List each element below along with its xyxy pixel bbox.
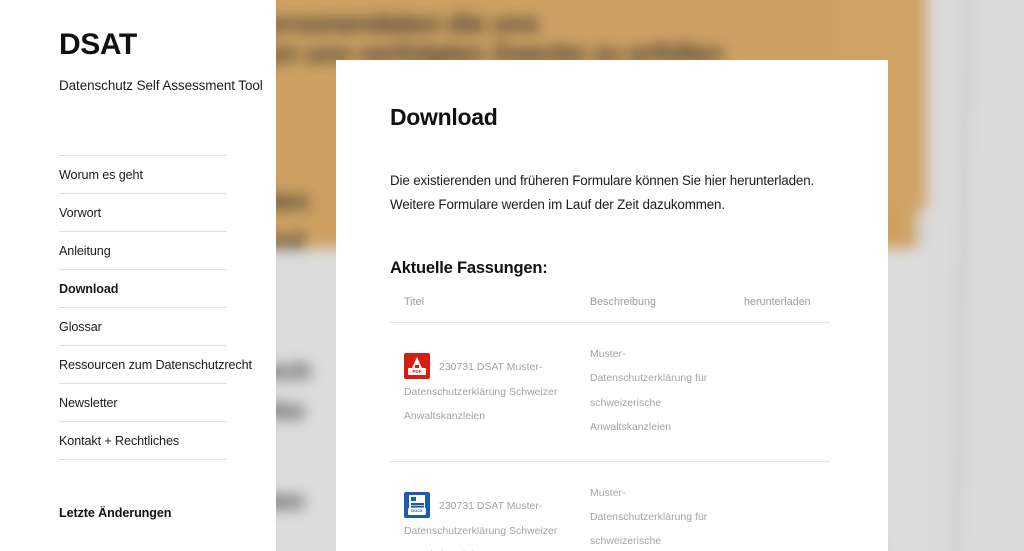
- sidebar-footer-heading: Letzte Änderungen: [59, 506, 172, 520]
- file-title-cell[interactable]: 230731 DSAT Muster-Datenschutzerklärung …: [390, 461, 576, 551]
- section-heading-aktuelle-fassungen: Aktuelle Fassungen:: [390, 258, 548, 277]
- sidebar-item-worum-es-geht[interactable]: Worum es geht: [59, 155, 227, 193]
- sidebar-item-download[interactable]: Download: [59, 269, 227, 307]
- backdrop-right-pane: [926, 0, 1024, 551]
- site-tagline: Datenschutz Self Assessment Tool: [59, 78, 263, 93]
- table-row: 230731 DSAT Muster-Datenschutzerklärung …: [390, 461, 830, 551]
- sidebar-item-glossar[interactable]: Glossar: [59, 307, 227, 345]
- download-card-body: Download Die existierenden und früheren …: [336, 60, 888, 551]
- sidebar-item-vorwort[interactable]: Vorwort: [59, 193, 227, 231]
- download-overlay-card: Download Die existierenden und früheren …: [336, 60, 888, 551]
- column-header-titel: Titel: [390, 295, 576, 323]
- file-download-cell[interactable]: [730, 461, 830, 551]
- sidebar: DSAT Datenschutz Self Assessment Tool Wo…: [0, 0, 276, 551]
- sidebar-item-ressourcen[interactable]: Ressourcen zum Datenschutzrecht: [59, 345, 252, 383]
- table-row: 230731 DSAT Muster-Datenschutzerklärung …: [390, 322, 830, 462]
- site-logo-title[interactable]: DSAT: [59, 28, 137, 61]
- file-description-cell: Muster-Datenschutzerklärung für schweize…: [576, 322, 730, 462]
- pdf-file-icon[interactable]: [404, 353, 430, 380]
- table-header-row: Titel Beschreibung herunterladen: [390, 295, 830, 323]
- backdrop-text-line-3: aten: [276, 188, 310, 215]
- page-root: ersonendaten die uns on uns verfolgten Z…: [0, 0, 1024, 551]
- backdrop-text-line-7: Sen: [276, 488, 305, 515]
- column-header-beschreibung: Beschreibung: [576, 295, 730, 323]
- docx-file-icon[interactable]: [404, 492, 430, 519]
- downloads-table: Titel Beschreibung herunterladen 230731 …: [390, 295, 830, 551]
- backdrop-text-line-1: ersonendaten die uns: [276, 8, 539, 38]
- backdrop-text-line-5: rech: [276, 358, 311, 385]
- sidebar-item-anleitung[interactable]: Anleitung: [59, 231, 227, 269]
- sidebar-nav: Worum es geht Vorwort Anleitung Download…: [59, 155, 252, 460]
- intro-paragraph: Die existierenden und früheren Formulare…: [390, 173, 815, 212]
- sidebar-item-newsletter[interactable]: Newsletter: [59, 383, 227, 421]
- column-header-herunterladen: herunterladen: [730, 295, 830, 323]
- sidebar-item-kontakt-rechtliches[interactable]: Kontakt + Rechtliches: [59, 421, 227, 460]
- file-download-cell[interactable]: [730, 322, 830, 462]
- backdrop-text-line-4: und: [276, 228, 304, 255]
- page-title: Download: [390, 104, 498, 130]
- backdrop-text-line-6: efor: [276, 398, 306, 425]
- file-description-cell: Muster-Datenschutzerklärung für schweize…: [576, 461, 730, 551]
- file-title-cell[interactable]: 230731 DSAT Muster-Datenschutzerklärung …: [390, 322, 576, 462]
